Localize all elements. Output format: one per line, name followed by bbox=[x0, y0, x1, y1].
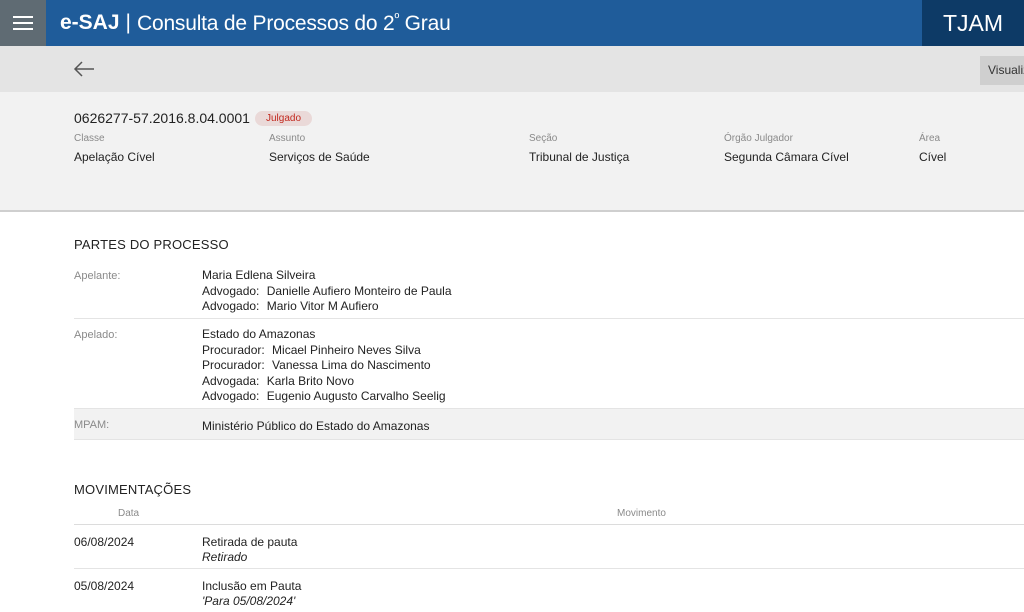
field-value: Segunda Câmara Cível bbox=[724, 150, 849, 164]
field-label: Classe bbox=[74, 133, 105, 144]
esaj-logo[interactable]: e-SAJ bbox=[60, 11, 120, 35]
field-value: Cível bbox=[919, 150, 947, 164]
party-rep: Advogada: Karla Brito Novo bbox=[202, 374, 446, 390]
field-area: Área Cível bbox=[919, 133, 946, 164]
table-row[interactable]: 05/08/2024 Inclusão em Pauta 'Para 05/08… bbox=[74, 569, 1024, 612]
field-orgao-julgador: Órgão Julgador Segunda Câmara Cível bbox=[724, 133, 849, 164]
toolbar bbox=[0, 46, 1024, 92]
rep-role: Advogado: bbox=[202, 389, 260, 404]
party-rep: Advogado: Danielle Aufiero Monteiro de P… bbox=[202, 284, 452, 300]
rep-name: Vanessa Lima do Nascimento bbox=[272, 358, 431, 373]
party-label: MPAM: bbox=[74, 419, 110, 431]
party-mpam: MPAM: Ministério Público do Estado do Am… bbox=[74, 409, 1024, 440]
movement-title[interactable]: Inclusão em Pauta bbox=[202, 579, 301, 593]
field-label: Área bbox=[919, 133, 941, 144]
movement-title[interactable]: Retirada de pauta bbox=[202, 535, 297, 549]
party-rep: Advogado: Mario Vitor M Aufiero bbox=[202, 299, 452, 315]
movement-date: 05/08/2024 bbox=[74, 579, 135, 593]
process-summary: 0626277-57.2016.8.04.0001 Julgado Classe… bbox=[0, 92, 1024, 212]
rep-name: Danielle Aufiero Monteiro de Paula bbox=[266, 283, 452, 298]
app-brand: e-SAJ | Consulta de Processos do 2º Grau bbox=[60, 0, 451, 46]
status-badge: Julgado bbox=[255, 111, 313, 126]
rep-name: Mario Vitor M Aufiero bbox=[266, 299, 379, 314]
menu-line bbox=[13, 28, 33, 30]
brand-separator: | bbox=[125, 11, 131, 34]
rep-role: Advogada: bbox=[202, 373, 260, 388]
field-assunto: Assunto Serviços de Saúde bbox=[269, 133, 370, 164]
party-lines: Estado do Amazonas Procurador: Micael Pi… bbox=[202, 327, 446, 405]
field-value: Apelação Cível bbox=[74, 150, 155, 164]
movements-title: MOVIMENTAÇÕES bbox=[74, 482, 192, 497]
page-title-main: Consulta de Processos do 2 bbox=[137, 12, 395, 35]
movement-desc: Retirado bbox=[202, 550, 248, 564]
top-header: e-SAJ | Consulta de Processos do 2º Grau… bbox=[0, 0, 1024, 46]
hamburger-menu-icon[interactable] bbox=[0, 0, 46, 46]
movement-date: 06/08/2024 bbox=[74, 535, 135, 549]
rep-name: Eugenio Augusto Carvalho Seelig bbox=[266, 389, 446, 404]
page-title: Consulta de Processos do 2º Grau bbox=[137, 10, 451, 36]
col-date-header: Data bbox=[118, 508, 140, 519]
rep-name: Micael Pinheiro Neves Silva bbox=[272, 342, 421, 357]
page-title-end: Grau bbox=[399, 12, 451, 35]
movements-table-header: Data Movimento bbox=[74, 505, 1024, 525]
field-classe: Classe Apelação Cível bbox=[74, 133, 155, 164]
court-badge: TJAM bbox=[922, 0, 1024, 46]
rep-name: Karla Brito Novo bbox=[266, 373, 355, 388]
arrow-left-icon[interactable] bbox=[72, 59, 96, 79]
menu-line bbox=[13, 22, 33, 24]
party-name: Ministério Público do Estado do Amazonas bbox=[202, 419, 430, 433]
party-lines: Ministério Público do Estado do Amazonas bbox=[202, 419, 429, 435]
party-apelado: Apelado: Estado do Amazonas Procurador: … bbox=[74, 319, 1024, 409]
rep-role: Procurador: bbox=[202, 342, 265, 357]
party-apelante: Apelante: Maria Edlena Silveira Advogado… bbox=[74, 262, 1024, 319]
field-value: Tribunal de Justiça bbox=[529, 150, 630, 164]
rep-role: Procurador: bbox=[202, 358, 265, 373]
party-lines: Maria Edlena Silveira Advogado: Danielle… bbox=[202, 268, 452, 315]
process-number: 0626277-57.2016.8.04.0001 bbox=[74, 110, 250, 126]
party-rep: Advogado: Eugenio Augusto Carvalho Seeli… bbox=[202, 389, 446, 405]
party-name: Estado do Amazonas bbox=[202, 327, 316, 341]
parties-title: PARTES DO PROCESSO bbox=[74, 237, 229, 252]
field-label: Órgão Julgador bbox=[724, 133, 793, 144]
party-rep: Procurador: Micael Pinheiro Neves Silva bbox=[202, 343, 446, 359]
rep-role: Advogado: bbox=[202, 299, 260, 314]
party-name: Maria Edlena Silveira bbox=[202, 268, 316, 282]
movement-desc: 'Para 05/08/2024' bbox=[202, 594, 296, 608]
rep-role: Advogado: bbox=[202, 283, 260, 298]
table-row[interactable]: 06/08/2024 Retirada de pauta Retirado bbox=[74, 525, 1024, 569]
view-button[interactable]: Visualizar bbox=[980, 56, 1024, 85]
party-label: Apelante: bbox=[74, 270, 121, 282]
party-label: Apelado: bbox=[74, 329, 118, 341]
party-rep: Procurador: Vanessa Lima do Nascimento bbox=[202, 358, 446, 374]
field-label: Assunto bbox=[269, 133, 306, 144]
col-movement-header: Movimento bbox=[617, 508, 666, 519]
field-secao: Seção Tribunal de Justiça bbox=[529, 133, 629, 164]
menu-line bbox=[13, 16, 33, 18]
field-label: Seção bbox=[529, 133, 558, 144]
field-value: Serviços de Saúde bbox=[269, 150, 370, 164]
